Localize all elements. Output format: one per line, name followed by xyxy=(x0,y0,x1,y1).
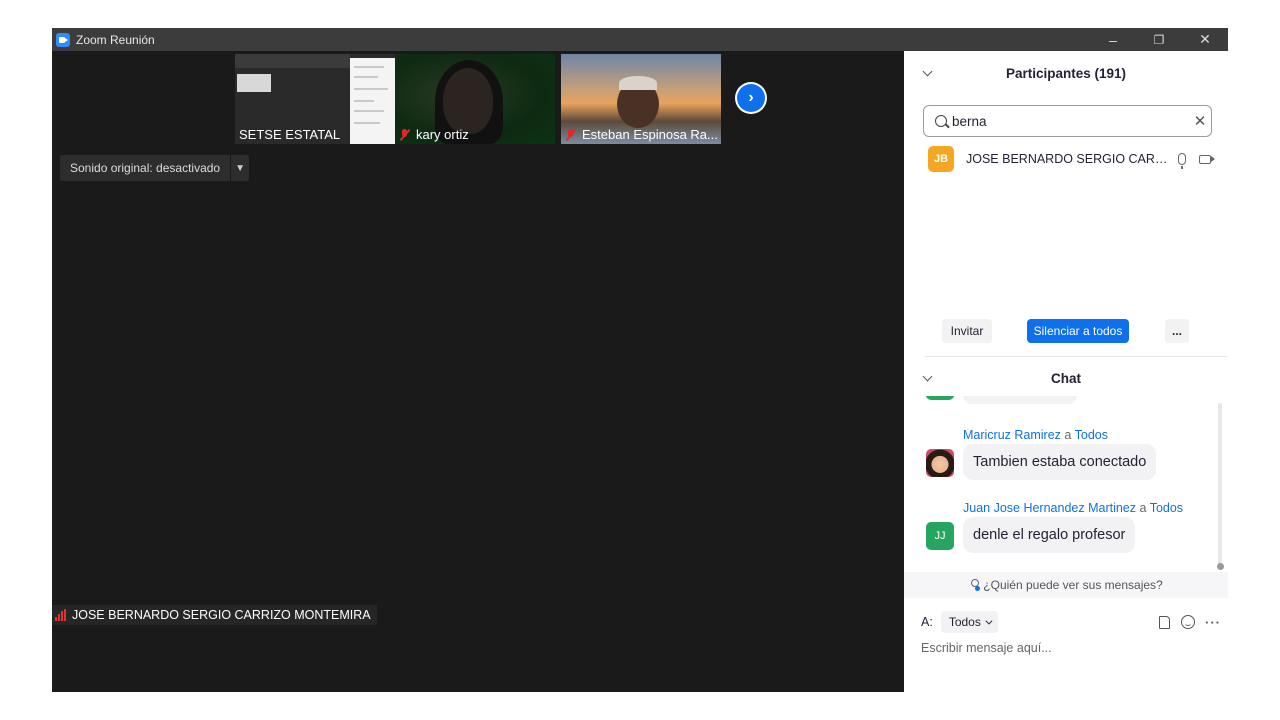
invite-button[interactable]: Invitar xyxy=(942,319,992,343)
shared-screen-image xyxy=(237,74,271,92)
to-label: A: xyxy=(921,615,933,629)
chat-header: Chat xyxy=(904,365,1228,391)
chat-bubble: denle el regalo profesor xyxy=(963,517,1136,553)
participant-list-item[interactable]: JB JOSE BERNARDO SERGIO CARRIZ... xyxy=(928,145,1218,173)
video-thumbnail[interactable]: kary ortiz xyxy=(395,54,555,144)
search-value[interactable]: berna xyxy=(952,114,1189,129)
composer-tools: ··· xyxy=(1159,615,1221,630)
avatar xyxy=(926,449,954,477)
video-camera-icon[interactable] xyxy=(1199,154,1215,164)
shared-document xyxy=(350,58,395,144)
participant-name: Esteban Espinosa Ra... xyxy=(582,127,718,142)
chevron-down-icon[interactable] xyxy=(985,617,993,625)
chat-to-word: a xyxy=(1139,501,1147,515)
message-privacy-link[interactable]: ¿Quién puede ver sus mensajes? xyxy=(904,572,1228,598)
shared-screen-strip xyxy=(235,54,350,68)
privacy-text[interactable]: ¿Quién puede ver sus mensajes? xyxy=(983,578,1162,592)
chevron-right-icon: › xyxy=(737,84,765,112)
chevron-down-icon[interactable] xyxy=(922,66,933,77)
participant-face xyxy=(443,68,493,134)
emoji-icon[interactable] xyxy=(1181,615,1195,629)
panel-divider xyxy=(924,356,1228,357)
chat-recipient: Todos xyxy=(1074,428,1108,442)
chat-bubble xyxy=(963,396,1077,404)
more-icon[interactable]: ··· xyxy=(1205,615,1221,630)
participants-title: Participantes (191) xyxy=(1005,65,1127,81)
chat-message-meta: Maricruz Ramirez a Todos xyxy=(963,428,1108,442)
zoom-logo-icon xyxy=(56,32,70,47)
chat-bubble: Tambien estaba conectado xyxy=(963,444,1157,480)
mic-muted-icon xyxy=(565,128,577,141)
participant-search-input[interactable]: berna ✕ xyxy=(923,105,1212,137)
chat-sender[interactable]: Maricruz Ramirez xyxy=(963,428,1061,442)
participant-name: SETSE ESTATAL xyxy=(239,127,341,142)
participant-name: JOSE BERNARDO SERGIO CARRIZ... xyxy=(966,152,1172,166)
avatar xyxy=(926,396,954,400)
zoom-window: Zoom Reunión – ❐ ✕ SETSE ESTATAL kary or… xyxy=(52,28,1228,692)
participant-name: kary ortiz xyxy=(416,127,469,142)
microphone-icon[interactable] xyxy=(1178,153,1186,169)
next-page-button[interactable]: › xyxy=(735,82,767,114)
chat-scrollbar[interactable] xyxy=(1218,403,1222,565)
original-sound-toggle[interactable]: Sonido original: desactivado ▼ xyxy=(60,155,250,181)
chat-message-input[interactable]: Escribir mensaje aquí... xyxy=(921,641,1211,661)
signal-strength-icon xyxy=(55,609,67,621)
active-speaker-label: JOSE BERNARDO SERGIO CARRIZO MONTEMIRA xyxy=(52,605,377,625)
file-icon[interactable] xyxy=(1159,615,1170,629)
caret-down-icon[interactable]: ▼ xyxy=(231,155,250,181)
recipient-select[interactable]: Todos xyxy=(940,611,998,633)
participants-header: Participantes (191) xyxy=(904,60,1228,86)
participant-name-label: SETSE ESTATAL xyxy=(239,127,340,142)
video-thumbnail[interactable]: Esteban Espinosa Ra... xyxy=(561,54,721,144)
participant-video xyxy=(619,76,657,90)
chat-title: Chat xyxy=(1051,370,1081,386)
mic-muted-icon xyxy=(399,128,411,141)
close-button[interactable]: ✕ xyxy=(1182,28,1228,51)
video-area: SETSE ESTATAL kary ortiz Esteban Espinos… xyxy=(52,51,904,692)
chat-message-list[interactable]: Maricruz Ramirez a Todos Tambien estaba … xyxy=(904,396,1228,572)
participant-name-label: Esteban Espinosa Ra... xyxy=(565,127,718,142)
chat-message-meta: Juan Jose Hernandez Martinez a Todos xyxy=(963,501,1183,515)
title-bar: Zoom Reunión – ❐ ✕ xyxy=(52,28,1228,51)
search-icon xyxy=(935,115,947,127)
clear-icon[interactable]: ✕ xyxy=(1189,112,1211,130)
participant-name-label: kary ortiz xyxy=(399,127,469,142)
window-title: Zoom Reunión xyxy=(76,32,155,47)
side-panel: Participantes (191) berna ✕ JB JOSE BERN… xyxy=(904,51,1228,692)
video-thumbnail[interactable]: SETSE ESTATAL xyxy=(235,54,395,144)
person-info-icon xyxy=(969,579,981,591)
window-controls: – ❐ ✕ xyxy=(1090,28,1228,51)
scrollbar-thumb[interactable] xyxy=(1217,563,1224,570)
chat-sender[interactable]: Juan Jose Hernandez Martinez xyxy=(963,501,1136,515)
chat-composer-toolbar: A: Todos ··· xyxy=(921,610,1221,634)
original-sound-label[interactable]: Sonido original: desactivado xyxy=(60,155,231,181)
chat-recipient: Todos xyxy=(1149,501,1184,515)
chat-to-word: a xyxy=(1064,428,1072,442)
mute-all-button[interactable]: Silenciar a todos xyxy=(1027,319,1129,343)
avatar: JJ xyxy=(926,522,954,550)
restore-button[interactable]: ❐ xyxy=(1136,28,1182,51)
recipient-value[interactable]: Todos xyxy=(949,615,981,629)
minimize-button[interactable]: – xyxy=(1090,28,1136,51)
avatar: JB xyxy=(928,146,954,172)
more-options-button[interactable]: ... xyxy=(1165,319,1189,343)
active-speaker-name: JOSE BERNARDO SERGIO CARRIZO MONTEMIRA xyxy=(72,608,371,622)
chevron-down-icon[interactable] xyxy=(922,371,933,382)
